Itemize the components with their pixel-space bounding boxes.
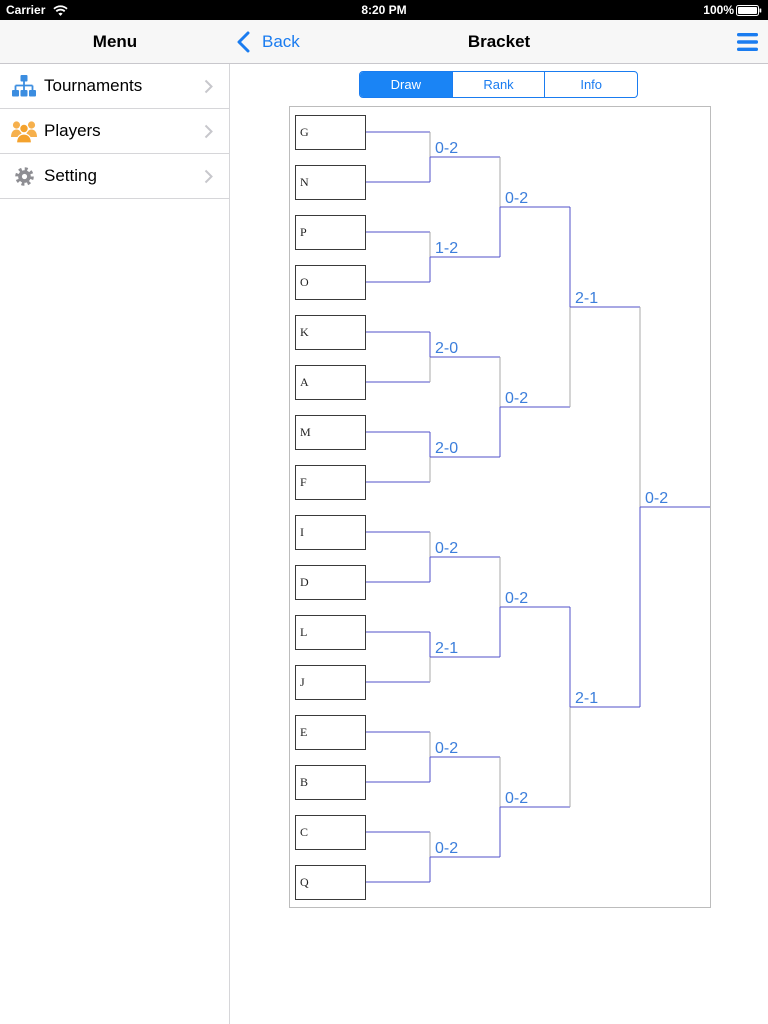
player-slot[interactable]: I xyxy=(295,515,366,550)
match-score[interactable]: 2-0 xyxy=(435,440,458,457)
player-name: K xyxy=(300,325,309,339)
player-slot[interactable]: P xyxy=(295,215,366,250)
menu-item-setting[interactable]: Setting xyxy=(0,154,229,199)
player-name: E xyxy=(300,725,307,739)
chevron-right-icon xyxy=(204,124,213,139)
menu-item-players[interactable]: Players xyxy=(0,109,229,154)
bracket-diagram: G N P O K A M F I D L J E B C Q 0-2 1-2 2-0 2-0 0-2 2-1 0-2 0-2… xyxy=(295,115,710,900)
player-box xyxy=(295,665,366,700)
menu-item-label: Tournaments xyxy=(44,76,143,95)
navigation-bar: Menu Back Bracket xyxy=(0,20,768,64)
player-name: G xyxy=(300,125,309,139)
player-name: M xyxy=(300,425,311,439)
menu-item-tournaments[interactable]: Tournaments xyxy=(0,64,229,109)
player-slot[interactable]: B xyxy=(295,765,366,800)
battery-percentage: 100% xyxy=(703,3,734,17)
player-slot[interactable]: N xyxy=(295,165,366,200)
player-name: C xyxy=(300,825,308,839)
player-name: O xyxy=(300,275,309,289)
player-slot[interactable]: O xyxy=(295,265,366,300)
chevron-right-icon xyxy=(204,169,213,184)
menu-item-label: Setting xyxy=(44,166,97,185)
player-slot[interactable]: G xyxy=(295,115,366,150)
match-score[interactable]: 0-2 xyxy=(435,740,458,757)
gear-icon xyxy=(10,154,38,198)
match-score[interactable]: 2-1 xyxy=(575,690,598,707)
match-score[interactable]: 0-2 xyxy=(505,790,528,807)
bracket-view: G N P O K A M F I D L J E B C Q 0-2 1-2 2-0 2-0 0-2 2-1 0-2 0-2… xyxy=(289,106,711,908)
status-bar: Carrier 8:20 PM 100% xyxy=(0,0,768,20)
master-title: Menu xyxy=(92,32,138,51)
menu-item-label: Players xyxy=(44,121,101,140)
clock: 8:20 PM xyxy=(361,3,407,17)
match-score[interactable]: 2-0 xyxy=(435,340,458,357)
player-name: F xyxy=(300,475,307,489)
hamburger-menu-icon xyxy=(736,33,758,51)
player-name: P xyxy=(300,225,307,239)
match-score[interactable]: 0-2 xyxy=(645,490,668,507)
player-slot[interactable]: Q xyxy=(295,865,366,900)
menu-button[interactable] xyxy=(734,30,760,54)
match-score[interactable]: 0-2 xyxy=(505,190,528,207)
player-name: I xyxy=(300,525,304,539)
player-name: L xyxy=(300,625,307,639)
segment-info[interactable]: Info xyxy=(544,72,637,97)
player-name: Q xyxy=(300,875,309,889)
player-name: D xyxy=(300,575,309,589)
match-score[interactable]: 1-2 xyxy=(435,240,458,257)
page-title: Bracket xyxy=(467,32,531,51)
player-name: B xyxy=(300,775,308,789)
chevron-right-icon xyxy=(204,79,213,94)
segment-draw[interactable]: Draw xyxy=(360,72,452,97)
carrier-label: Carrier xyxy=(6,3,46,17)
player-box xyxy=(295,515,366,550)
segment-rank[interactable]: Rank xyxy=(451,72,545,97)
player-slot[interactable]: M xyxy=(295,415,366,450)
player-slot[interactable]: E xyxy=(295,715,366,750)
match-score[interactable]: 0-2 xyxy=(435,540,458,557)
tournament-hierarchy-icon xyxy=(10,64,38,108)
view-segmented-control: Draw Rank Info xyxy=(359,71,638,98)
match-score[interactable]: 2-1 xyxy=(435,640,458,657)
bracket-lines xyxy=(365,131,710,883)
player-name: N xyxy=(300,175,309,189)
player-slot[interactable]: D xyxy=(295,565,366,600)
player-slot[interactable]: C xyxy=(295,815,366,850)
player-slot[interactable]: J xyxy=(295,665,366,700)
player-slot[interactable]: L xyxy=(295,615,366,650)
wifi-icon xyxy=(53,5,68,16)
match-score[interactable]: 0-2 xyxy=(435,140,458,157)
players-group-icon xyxy=(10,109,38,153)
match-score[interactable]: 2-1 xyxy=(575,290,598,307)
match-score[interactable]: 0-2 xyxy=(505,590,528,607)
player-slot[interactable]: A xyxy=(295,365,366,400)
battery-icon xyxy=(736,5,762,16)
match-score[interactable]: 0-2 xyxy=(435,840,458,857)
player-slot[interactable]: K xyxy=(295,315,366,350)
player-name: A xyxy=(300,375,309,389)
player-name: J xyxy=(300,675,305,689)
master-panel: Tournaments Players Setting xyxy=(0,64,230,1024)
player-slot[interactable]: F xyxy=(295,465,366,500)
match-score[interactable]: 0-2 xyxy=(505,390,528,407)
